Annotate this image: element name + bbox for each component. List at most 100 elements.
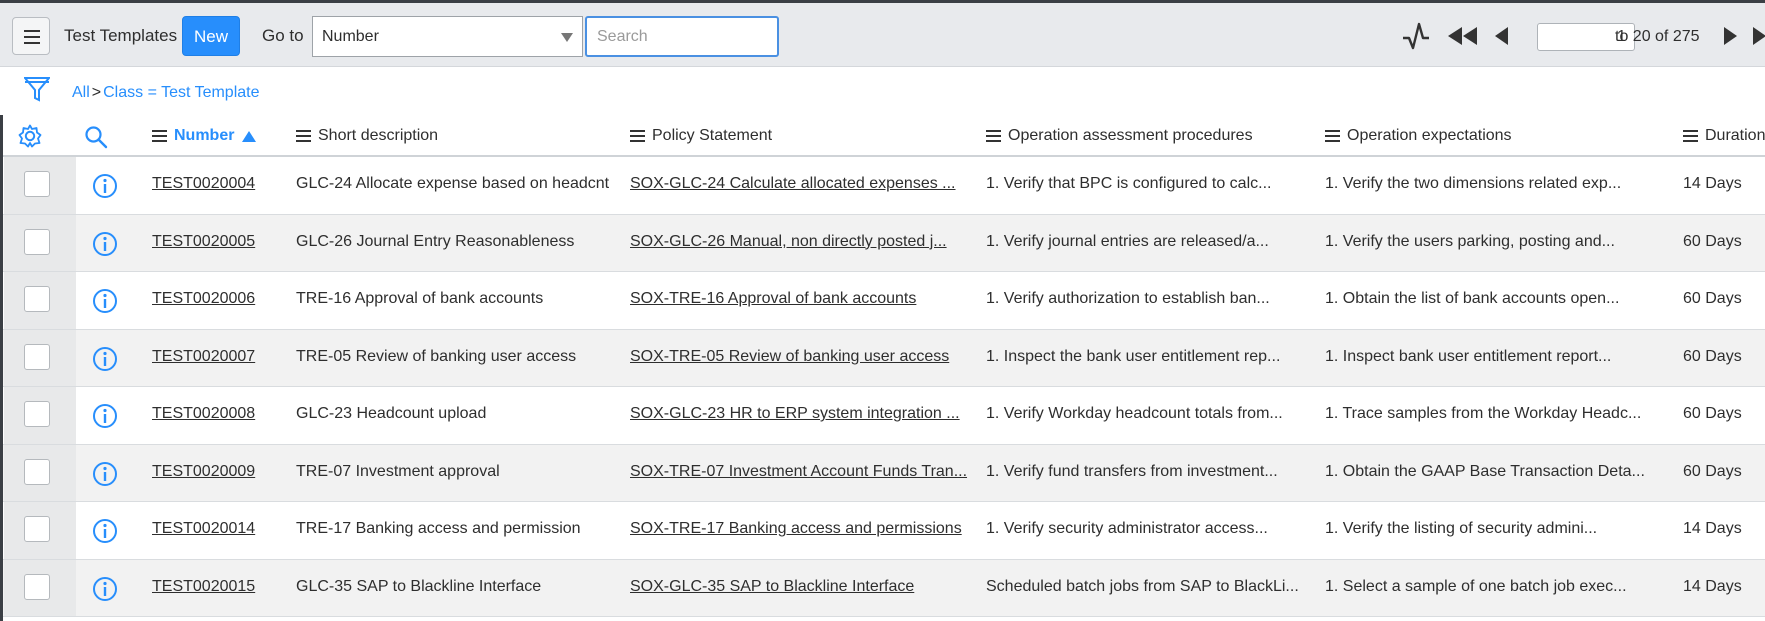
info-icon[interactable]	[92, 518, 118, 544]
table-body: TEST0020004 GLC-24 Allocate expense base…	[0, 157, 1765, 617]
column-menu-icon[interactable]	[152, 130, 167, 142]
column-menu-icon[interactable]	[630, 130, 645, 142]
short-description-cell: TRE-05 Review of banking user access	[296, 347, 577, 365]
duration-cell: 14 Days	[1683, 520, 1742, 537]
goto-label: Go to	[262, 26, 304, 45]
table-row: TEST0020008 GLC-23 Headcount upload SOX-…	[0, 387, 1765, 445]
table-row: TEST0020009 TRE-07 Investment approval S…	[0, 444, 1765, 502]
list-title: Test Templates	[64, 26, 178, 45]
info-icon[interactable]	[92, 576, 118, 602]
operation-expectations-cell: 1. Obtain the list of bank accounts open…	[1325, 290, 1620, 307]
activity-stream-icon[interactable]	[1402, 21, 1430, 51]
short-description-cell: TRE-17 Banking access and permission	[296, 520, 581, 537]
search-icon[interactable]	[84, 125, 108, 149]
policy-statement-link[interactable]: SOX-TRE-05 Review of banking user access	[630, 348, 949, 366]
row-select-cell	[4, 157, 76, 214]
short-description-cell: TRE-16 Approval of bank accounts	[296, 290, 544, 307]
operation-assessment-cell: Scheduled batch jobs from SAP to BlackLi…	[986, 577, 1299, 595]
record-number-link[interactable]: TEST0020007	[152, 348, 255, 366]
duration-cell: 60 Days	[1683, 347, 1742, 365]
policy-statement-link[interactable]: SOX-GLC-35 SAP to Blackline Interface	[630, 578, 914, 596]
column-menu-icon[interactable]	[1683, 130, 1698, 142]
policy-statement-link[interactable]: SOX-TRE-17 Banking access and permission…	[630, 520, 962, 538]
policy-statement-link[interactable]: SOX-TRE-07 Investment Account Funds Tran…	[630, 463, 967, 481]
info-icon[interactable]	[92, 173, 118, 199]
row-checkbox[interactable]	[24, 573, 50, 600]
duration-cell: 14 Days	[1683, 175, 1742, 192]
column-header-policy-statement[interactable]: Policy Statement	[630, 127, 772, 145]
short-description-cell: GLC-35 SAP to Blackline Interface	[296, 577, 542, 595]
operation-expectations-cell: 1. Obtain the GAAP Base Transaction Deta…	[1325, 462, 1645, 480]
policy-statement-link[interactable]: SOX-GLC-26 Manual, non directly posted j…	[630, 233, 947, 251]
info-icon[interactable]	[92, 346, 118, 372]
info-icon[interactable]	[92, 231, 118, 257]
column-header-operation-assessment[interactable]: Operation assessment procedures	[986, 127, 1253, 145]
new-button[interactable]: New	[182, 16, 240, 56]
row-select-cell	[4, 559, 76, 616]
column-header-label: Operation expectations	[1347, 127, 1512, 144]
previous-page-icon[interactable]	[1495, 27, 1509, 45]
search-input[interactable]	[585, 16, 779, 57]
column-menu-icon[interactable]	[296, 130, 311, 142]
table-row: TEST0020004 GLC-24 Allocate expense base…	[0, 157, 1765, 215]
record-number-link[interactable]: TEST0020004	[152, 175, 255, 193]
column-header-operation-expectations[interactable]: Operation expectations	[1325, 127, 1512, 145]
column-header-label: Policy Statement	[652, 127, 773, 144]
duration-cell: 60 Days	[1683, 290, 1742, 307]
operation-expectations-cell: 1. Verify the listing of security admini…	[1325, 520, 1598, 537]
sort-ascending-icon	[242, 130, 257, 142]
next-page-icon[interactable]	[1723, 27, 1737, 45]
row-checkbox[interactable]	[24, 171, 50, 197]
operation-assessment-cell: 1. Verify that BPC is configured to calc…	[986, 175, 1272, 192]
row-checkbox[interactable]	[24, 401, 50, 427]
row-checkbox[interactable]	[24, 458, 50, 485]
info-icon[interactable]	[92, 288, 118, 314]
gear-icon[interactable]	[18, 124, 42, 148]
table-row: TEST0020015 GLC-35 SAP to Blackline Inte…	[0, 559, 1765, 617]
operation-expectations-cell: 1. Verify the two dimensions related exp…	[1325, 175, 1622, 192]
operation-assessment-cell: 1. Verify journal entries are released/a…	[986, 232, 1269, 250]
column-header-duration[interactable]: Duration	[1683, 127, 1765, 145]
record-number-link[interactable]: TEST0020008	[152, 405, 255, 423]
info-icon[interactable]	[92, 461, 118, 487]
duration-cell: 60 Days	[1683, 232, 1742, 250]
row-checkbox[interactable]	[24, 516, 50, 542]
breadcrumb-all-link[interactable]: All	[72, 84, 90, 101]
breadcrumb: All > Class = Test Template	[72, 84, 260, 102]
filter-icon[interactable]	[24, 75, 50, 103]
row-select-cell	[4, 444, 76, 501]
short-description-cell: GLC-26 Journal Entry Reasonableness	[296, 232, 575, 250]
column-menu-icon[interactable]	[986, 130, 1001, 142]
record-number-link[interactable]: TEST0020015	[152, 578, 255, 596]
context-menu-button[interactable]	[12, 17, 50, 55]
policy-statement-link[interactable]: SOX-TRE-16 Approval of bank accounts	[630, 290, 916, 308]
duration-cell: 60 Days	[1683, 462, 1742, 480]
column-header-number[interactable]: Number	[152, 127, 257, 145]
column-header-label: Number	[174, 127, 235, 144]
operation-expectations-cell: 1. Trace samples from the Workday Headc.…	[1325, 405, 1642, 422]
row-checkbox[interactable]	[24, 286, 50, 312]
column-header-label: Duration	[1705, 127, 1765, 144]
record-number-link[interactable]: TEST0020006	[152, 290, 255, 308]
column-header-short-description[interactable]: Short description	[296, 127, 438, 145]
row-checkbox[interactable]	[24, 343, 50, 370]
column-menu-icon[interactable]	[1325, 130, 1340, 142]
row-select-cell	[4, 214, 76, 271]
operation-assessment-cell: 1. Verify security administrator access.…	[986, 520, 1268, 537]
goto-field-select[interactable]: Number	[312, 16, 583, 57]
list-toolbar: Test Templates New Go to Number to 20 of…	[0, 0, 1765, 67]
operation-assessment-cell: 1. Verify Workday headcount totals from.…	[986, 405, 1283, 422]
duration-cell: 60 Days	[1683, 405, 1742, 422]
policy-statement-link[interactable]: SOX-GLC-23 HR to ERP system integration …	[630, 405, 960, 423]
record-number-link[interactable]: TEST0020009	[152, 463, 255, 481]
page-range-label: to 20 of 275	[1615, 28, 1700, 45]
breadcrumb-filter-link[interactable]: Class = Test Template	[103, 84, 259, 101]
record-number-link[interactable]: TEST0020005	[152, 233, 255, 251]
short-description-cell: GLC-23 Headcount upload	[296, 405, 487, 422]
record-number-link[interactable]: TEST0020014	[152, 520, 255, 538]
last-page-icon[interactable]	[1752, 27, 1765, 45]
info-icon[interactable]	[92, 403, 118, 429]
row-checkbox[interactable]	[24, 228, 50, 255]
first-page-icon[interactable]	[1448, 27, 1478, 45]
policy-statement-link[interactable]: SOX-GLC-24 Calculate allocated expenses …	[630, 175, 956, 193]
